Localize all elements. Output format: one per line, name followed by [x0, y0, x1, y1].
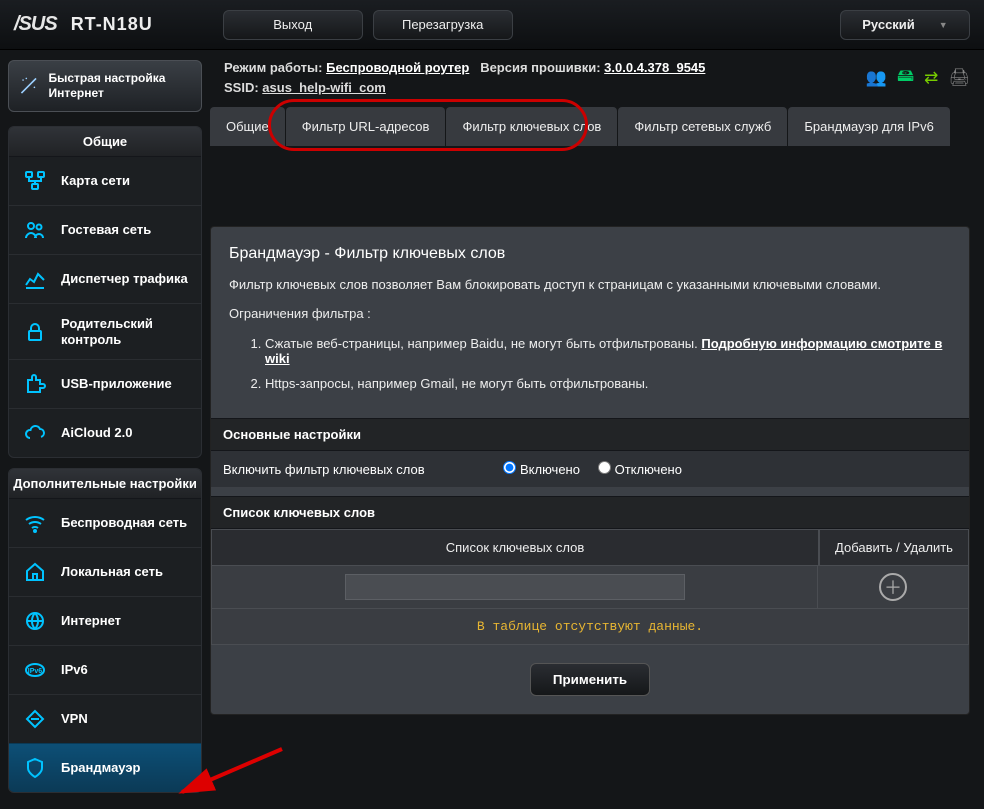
- mode-label: Режим работы:: [224, 60, 322, 75]
- house-icon: [21, 560, 49, 584]
- panel-title: Брандмауэр - Фильтр ключевых слов: [229, 245, 951, 263]
- sidebar-item-ipv6[interactable]: IPv6 IPv6: [9, 645, 201, 694]
- sidebar-item-firewall[interactable]: Брандмауэр: [9, 743, 201, 792]
- sidebar-item-guest-network[interactable]: Гостевая сеть: [9, 205, 201, 254]
- sidebar-item-label: IPv6: [61, 662, 189, 678]
- th-actions: Добавить / Удалить: [819, 529, 969, 566]
- apply-row: Применить: [211, 645, 969, 714]
- tab-keyword-filter[interactable]: Фильтр ключевых слов: [446, 107, 617, 146]
- sidebar-item-aicloud[interactable]: AiCloud 2.0: [9, 408, 201, 457]
- ssid-label: SSID:: [224, 80, 259, 95]
- sidebar-item-wireless[interactable]: Беспроводная сеть: [9, 499, 201, 547]
- radio-disabled[interactable]: [598, 461, 611, 474]
- enable-filter-label: Включить фильтр ключевых слов: [223, 462, 503, 477]
- printer-icon[interactable]: 🖨: [948, 68, 970, 88]
- section-basic-settings: Основные настройки: [211, 418, 969, 451]
- table-header: Список ключевых слов Добавить / Удалить: [211, 529, 969, 566]
- mode-value-link[interactable]: Беспроводной роутер: [326, 60, 469, 75]
- logout-button[interactable]: Выход: [223, 10, 363, 40]
- shield-icon: [21, 756, 49, 780]
- qis-label: Быстрая настройка Интернет: [48, 71, 191, 101]
- cloud-icon: [21, 421, 49, 445]
- lock-icon: [21, 320, 49, 344]
- sidebar-item-label: Родительский контроль: [61, 316, 189, 347]
- sidebar-item-label: USB-приложение: [61, 376, 189, 392]
- traffic-icon: [21, 267, 49, 291]
- keyword-table: Список ключевых слов Добавить / Удалить …: [211, 529, 969, 645]
- th-keyword: Список ключевых слов: [211, 529, 819, 566]
- sidebar: Быстрая настройка Интернет Общие Карта с…: [0, 50, 210, 809]
- svg-text:IPv6: IPv6: [28, 668, 43, 675]
- quick-internet-setup[interactable]: Быстрая настройка Интернет: [8, 60, 202, 112]
- panel-description: Фильтр ключевых слов позволяет Вам блоки…: [229, 277, 951, 292]
- keyword-input[interactable]: [345, 574, 685, 600]
- sidebar-item-wan[interactable]: Интернет: [9, 596, 201, 645]
- status-icons: 👥 🖴 ⇄ 🖨: [866, 63, 970, 92]
- top-bar: /SUS RT-N18U Выход Перезагрузка Русский …: [0, 0, 984, 50]
- language-selector[interactable]: Русский ▼: [840, 10, 970, 40]
- add-button[interactable]: ＋: [879, 573, 907, 601]
- limit-item-1: Сжатые веб-страницы, например Baidu, не …: [265, 331, 951, 371]
- table-input-row: ＋: [211, 566, 969, 609]
- panel-limits-label: Ограничения фильтра :: [229, 306, 951, 321]
- plus-icon: ＋: [884, 574, 902, 600]
- puzzle-icon: [21, 372, 49, 396]
- menu-advanced: Дополнительные настройки Беспроводная се…: [8, 468, 202, 793]
- sidebar-item-label: VPN: [61, 711, 189, 727]
- tab-url-filter[interactable]: Фильтр URL-адресов: [286, 107, 446, 146]
- sidebar-item-label: Гостевая сеть: [61, 222, 189, 238]
- sidebar-item-lan[interactable]: Локальная сеть: [9, 547, 201, 596]
- radio-disabled-label[interactable]: Отключено: [598, 462, 682, 477]
- tab-general[interactable]: Общие: [210, 107, 285, 146]
- language-label: Русский: [862, 17, 915, 32]
- vpn-icon: [21, 707, 49, 731]
- sidebar-item-label: AiCloud 2.0: [61, 425, 189, 441]
- row-enable-filter: Включить фильтр ключевых слов Включено О…: [211, 451, 969, 488]
- model-name: RT-N18U: [71, 14, 153, 35]
- wand-icon: [19, 74, 38, 98]
- ssid-value: asus_help-wifi_com: [262, 80, 386, 95]
- menu-advanced-title: Дополнительные настройки: [9, 469, 201, 499]
- tab-firewall-ipv6[interactable]: Брандмауэр для IPv6: [788, 107, 949, 146]
- sidebar-item-vpn[interactable]: VPN: [9, 694, 201, 743]
- wifi-icon: [21, 511, 49, 535]
- sidebar-item-network-map[interactable]: Карта сети: [9, 157, 201, 205]
- table-empty-message: В таблице отсутствуют данные.: [211, 609, 969, 645]
- fw-label: Версия прошивки:: [480, 60, 600, 75]
- fw-value-link[interactable]: 3.0.0.4.378_9545: [604, 60, 705, 75]
- chevron-down-icon: ▼: [939, 20, 948, 30]
- guest-network-icon: [21, 218, 49, 242]
- tabs-row: Общие Фильтр URL-адресов Фильтр ключевых…: [210, 107, 984, 146]
- ipv6-icon: IPv6: [21, 658, 49, 682]
- sidebar-item-label: Брандмауэр: [61, 760, 189, 776]
- limit-item-2: Https-запросы, например Gmail, не могут …: [265, 371, 951, 396]
- usb-icon[interactable]: ⇄: [924, 68, 938, 88]
- section-keyword-list: Список ключевых слов: [211, 496, 969, 529]
- sidebar-item-traffic-manager[interactable]: Диспетчер трафика: [9, 254, 201, 303]
- info-bar: Режим работы: Беспроводной роутер Версия…: [210, 50, 984, 107]
- menu-general-title: Общие: [9, 127, 201, 157]
- sidebar-item-parental-controls[interactable]: Родительский контроль: [9, 303, 201, 359]
- sidebar-item-label: Локальная сеть: [61, 564, 189, 580]
- sidebar-item-label: Диспетчер трафика: [61, 271, 189, 287]
- apply-button[interactable]: Применить: [530, 663, 650, 696]
- brand-logo: /SUS: [14, 13, 57, 36]
- sidebar-item-label: Карта сети: [61, 173, 189, 189]
- storage-icon[interactable]: 🖴: [897, 63, 914, 92]
- reboot-button[interactable]: Перезагрузка: [373, 10, 513, 40]
- main-panel: Брандмауэр - Фильтр ключевых слов Фильтр…: [210, 226, 970, 715]
- radio-enabled[interactable]: [503, 461, 516, 474]
- content-area: Режим работы: Беспроводной роутер Версия…: [210, 50, 984, 809]
- tab-network-services-filter[interactable]: Фильтр сетевых служб: [618, 107, 787, 146]
- sidebar-item-label: Беспроводная сеть: [61, 515, 189, 531]
- network-map-icon: [21, 169, 49, 193]
- sidebar-item-usb-application[interactable]: USB-приложение: [9, 359, 201, 408]
- clients-icon[interactable]: 👥: [866, 68, 887, 88]
- radio-enabled-label[interactable]: Включено: [503, 462, 580, 477]
- panel-limits-list: Сжатые веб-страницы, например Baidu, не …: [265, 331, 951, 396]
- sidebar-item-label: Интернет: [61, 613, 189, 629]
- globe-icon: [21, 609, 49, 633]
- menu-general: Общие Карта сети Гостевая сеть Диспетчер…: [8, 126, 202, 458]
